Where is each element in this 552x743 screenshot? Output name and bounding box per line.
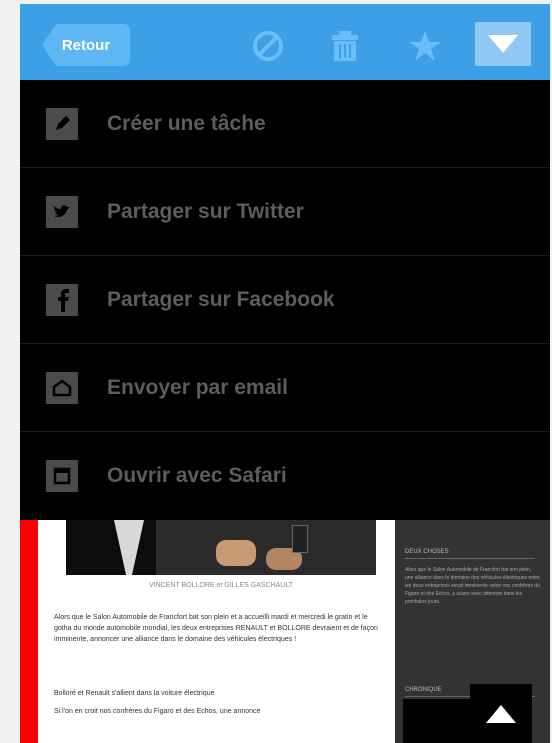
sidebar-text: Alors que le Salon Automobile de Francfo… (405, 567, 540, 605)
app-frame: Retour Créer une tâche Partager sur Twit… (20, 4, 550, 743)
chevron-down-icon (488, 35, 518, 53)
menu-item-label: Partager sur Facebook (107, 287, 335, 311)
menu-item-label: Ouvrir avec Safari (107, 463, 287, 487)
action-menu: Créer une tâche Partager sur Twitter Par… (20, 80, 550, 520)
star-icon[interactable] (405, 26, 445, 66)
article-paragraph: Alors que le Salon Automobile de Francfo… (54, 614, 378, 643)
top-bar: Retour (20, 4, 550, 80)
safari-icon (46, 459, 78, 492)
chevron-up-icon (486, 705, 516, 723)
photo-caption: VINCENT BOLLORE et GILLES GASCHAULT (148, 582, 294, 589)
divider (405, 558, 535, 559)
menu-item-open-safari[interactable]: Ouvrir avec Safari (20, 432, 550, 519)
menu-item-share-facebook[interactable]: Partager sur Facebook (20, 256, 550, 344)
trash-icon[interactable] (325, 26, 365, 66)
menu-item-label: Partager sur Twitter (107, 199, 304, 223)
menu-item-share-twitter[interactable]: Partager sur Twitter (20, 168, 550, 256)
block-icon[interactable] (248, 26, 288, 66)
menu-toggle-button[interactable] (475, 22, 531, 66)
sidebar-section-title: CHRONIQUE (405, 687, 442, 693)
sidebar-title: DEUX CHOSES (405, 549, 449, 555)
menu-item-create-task[interactable]: Créer une tâche (20, 80, 550, 168)
twitter-icon (46, 195, 78, 228)
article-paragraph: Bolloré et Renault s'allient dans la voi… (54, 690, 215, 697)
facebook-icon (46, 283, 78, 316)
back-button[interactable]: Retour (42, 24, 130, 66)
email-icon (46, 371, 78, 404)
menu-item-label: Envoyer par email (107, 375, 288, 399)
article-accent-bar (20, 520, 38, 743)
pencil-icon (46, 107, 78, 140)
scroll-to-top-button[interactable] (470, 684, 532, 743)
article-photo (66, 520, 376, 575)
article-paragraph: Si l'on en croit nos confrères du Figaro… (54, 708, 261, 715)
menu-item-label: Créer une tâche (107, 111, 266, 135)
menu-item-send-email[interactable]: Envoyer par email (20, 344, 550, 432)
